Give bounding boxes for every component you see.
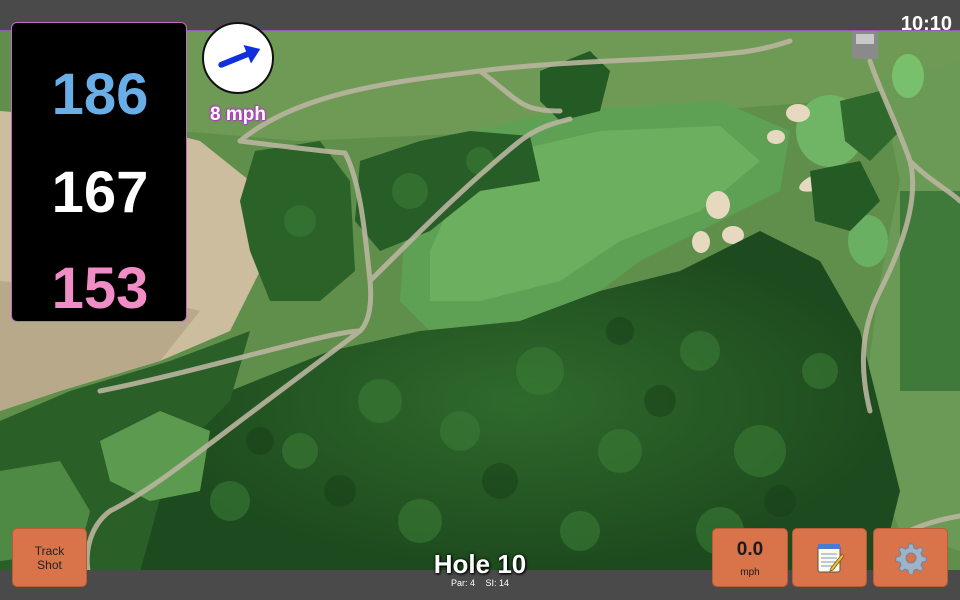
notepad-icon bbox=[817, 543, 845, 572]
front-distance: 153 bbox=[51, 256, 149, 321]
settings-button[interactable] bbox=[873, 528, 948, 587]
wind-speed: 8 mph bbox=[210, 104, 266, 125]
track-shot-label: Track Shot bbox=[34, 543, 65, 572]
gear-icon bbox=[894, 543, 927, 574]
wind-indicator bbox=[202, 22, 274, 94]
golf-gps-screen: 10:10 186 167 153 8 mph Hole 10 Par: 4 S… bbox=[0, 0, 960, 600]
hole-title: Hole 10 bbox=[433, 549, 527, 579]
speed-unit: mph bbox=[740, 567, 760, 578]
hole-par: Par: 4 bbox=[450, 578, 475, 588]
hole-details: Par: 4 SI: 14 bbox=[380, 578, 580, 588]
scorecard-notes-button[interactable] bbox=[792, 528, 867, 587]
distance-panel: 186 167 153 bbox=[11, 22, 187, 322]
speed-value: 0.0 bbox=[736, 539, 764, 560]
middle-distance: 167 bbox=[51, 160, 149, 225]
hole-stroke-index: SI: 14 bbox=[485, 578, 510, 588]
speed-button[interactable]: 0.0 mph bbox=[712, 528, 788, 587]
back-distance: 186 bbox=[51, 62, 149, 127]
track-shot-button[interactable]: Track Shot bbox=[12, 528, 87, 587]
wind-direction-arrow-icon bbox=[218, 44, 261, 68]
